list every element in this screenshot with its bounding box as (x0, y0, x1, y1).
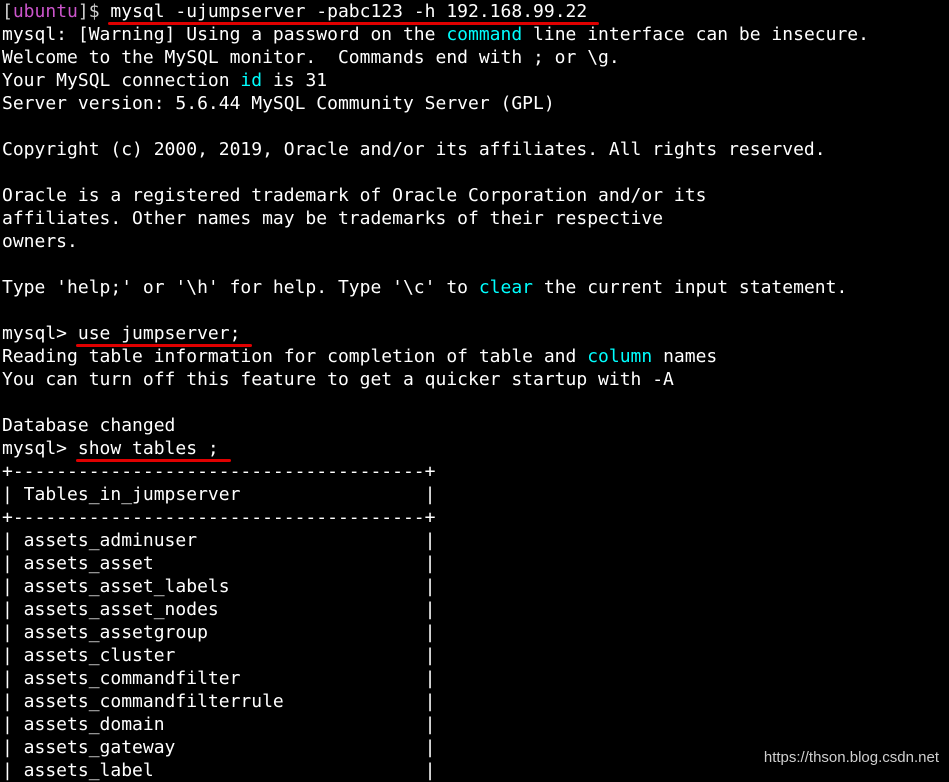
mysql-prompt: mysql> (2, 438, 78, 459)
warning-keyword: command (446, 24, 523, 45)
prompt-user: ubuntu (12, 1, 78, 22)
reading-text-post: names (652, 346, 718, 367)
warning-text-post: line interface can be insecure. (522, 24, 869, 45)
table-row: | assets_domain | (2, 714, 436, 735)
trademark-line-1: Oracle is a registered trademark of Orac… (2, 185, 707, 206)
show-tables-command: show tables ; (75, 438, 231, 462)
prompt-close-bracket: ]$ (77, 1, 111, 22)
table-header: | Tables_in_jumpserver | (2, 484, 436, 505)
connection-text-pre: Your MySQL connection (2, 70, 241, 91)
welcome-line: Welcome to the MySQL monitor. Commands e… (2, 47, 620, 68)
copyright-line: Copyright (c) 2000, 2019, Oracle and/or … (2, 139, 826, 160)
terminal-output[interactable]: [ubuntu]$ mysql -ujumpserver -pabc123 -h… (2, 0, 947, 782)
reading-text-pre: Reading table information for completion… (2, 346, 588, 367)
reading-keyword: column (587, 346, 653, 367)
table-border-mid: +--------------------------------------+ (2, 507, 436, 528)
help-keyword: clear (478, 277, 534, 298)
use-db-command: use jumpserver; (75, 323, 252, 347)
table-border-top: +--------------------------------------+ (2, 461, 436, 482)
connection-keyword: id (240, 70, 263, 91)
database-changed-line: Database changed (2, 415, 176, 436)
table-row: | assets_asset_labels | (2, 576, 436, 597)
use-command-line: mysql> use jumpserver; (2, 322, 947, 347)
help-text-pre: Type 'help;' or '\h' for help. Type '\c'… (2, 277, 479, 298)
table-row: | assets_assetgroup | (2, 622, 436, 643)
help-line: Type 'help;' or '\h' for help. Type '\c'… (2, 276, 947, 299)
table-row: | assets_cluster | (2, 645, 436, 666)
server-version-line: Server version: 5.6.44 MySQL Community S… (2, 93, 555, 114)
table-row: | assets_adminuser | (2, 530, 436, 551)
warning-text-pre: mysql: [Warning] Using a password on the (2, 24, 447, 45)
table-row: | assets_asset_nodes | (2, 599, 436, 620)
table-row: | assets_commandfilter | (2, 668, 436, 689)
shell-command-line: [ubuntu]$ mysql -ujumpserver -pabc123 -h… (2, 0, 947, 25)
quicker-startup-line: You can turn off this feature to get a q… (2, 369, 674, 390)
show-tables-line: mysql> show tables ; (2, 437, 947, 462)
table-row: | assets_asset | (2, 553, 436, 574)
mysql-connect-command: mysql -ujumpserver -pabc123 -h 192.168.9… (108, 1, 600, 25)
warning-line: mysql: [Warning] Using a password on the… (2, 23, 947, 46)
help-text-post: the current input statement. (533, 277, 848, 298)
trademark-line-2: affiliates. Other names may be trademark… (2, 208, 664, 229)
mysql-prompt: mysql> (2, 323, 78, 344)
connection-text-post: is 31 (262, 70, 328, 91)
reading-line: Reading table information for completion… (2, 345, 947, 368)
prompt-open-bracket: [ (2, 1, 13, 22)
trademark-line-3: owners. (2, 231, 78, 252)
watermark-url: https://thson.blog.csdn.net (763, 749, 939, 766)
table-row: | assets_commandfilterrule | (2, 691, 436, 712)
connection-id-line: Your MySQL connection id is 31 (2, 69, 947, 92)
